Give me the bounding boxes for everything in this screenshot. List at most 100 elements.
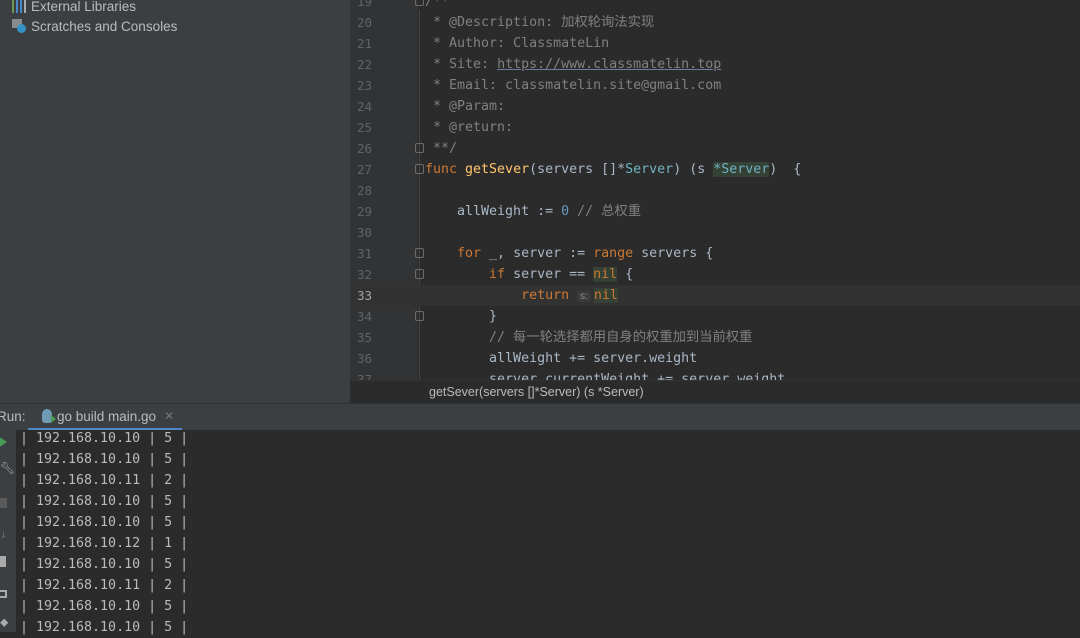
code-line[interactable]: 23 * Email: classmatelin.site@gmail.com <box>350 75 1080 96</box>
close-icon[interactable]: ✕ <box>164 409 174 423</box>
line-number: 37 <box>356 372 372 380</box>
code-line[interactable]: 33 return s: nil <box>350 285 1080 306</box>
fold-marker-icon[interactable] <box>415 143 424 153</box>
code-text: * @Description: 加权轮询法实现 <box>425 12 654 33</box>
line-number: 30 <box>356 225 372 240</box>
run-tool-window-header: Run: go build main.go ✕ <box>0 403 1080 431</box>
console-line: | 192.168.10.12 | 1 | <box>20 536 189 551</box>
code-token: { <box>617 267 634 282</box>
code-token: *Server <box>713 162 770 177</box>
code-text: /** <box>425 0 449 12</box>
code-line[interactable]: 26 **/ <box>350 138 1080 159</box>
rerun-icon[interactable] <box>0 436 7 448</box>
fold-marker-icon[interactable] <box>415 248 424 258</box>
pin-icon[interactable]: ⬥ <box>0 616 12 628</box>
line-number: 19 <box>356 0 372 9</box>
line-number: 27 <box>356 162 372 177</box>
code-line[interactable]: 36 allWeight += server.weight <box>350 348 1080 369</box>
code-text: if server == nil { <box>425 264 633 285</box>
code-token: * Author: ClassmateLin <box>425 36 610 51</box>
code-line[interactable]: 34 } <box>350 306 1080 327</box>
code-text: for _, server := range servers { <box>425 243 713 264</box>
scroll-to-end-icon[interactable]: ↓ <box>0 528 12 540</box>
tree-item-scratches[interactable]: Scratches and Consoles <box>12 16 177 36</box>
console-line: | 192.168.10.11 | 2 | <box>20 473 189 488</box>
line-number: 32 <box>356 267 372 282</box>
fold-marker-icon[interactable] <box>415 311 424 321</box>
line-number: 34 <box>356 309 372 324</box>
layout-icon[interactable] <box>0 590 7 598</box>
code-text: server.currentWeight += server.weight <box>425 369 785 380</box>
code-line[interactable]: 21 * Author: ClassmateLin <box>350 33 1080 54</box>
code-text: * @return: <box>425 117 513 138</box>
fold-marker-icon[interactable] <box>415 269 424 279</box>
console-line: | 192.168.10.10 | 5 | <box>20 431 189 446</box>
code-text: return s: nil <box>425 285 618 307</box>
breadcrumb[interactable]: getSever(servers []*Server) (s *Server) <box>350 380 1080 403</box>
code-token: /** <box>425 0 450 9</box>
code-token: range <box>593 246 634 261</box>
run-toolbar: 🔧︎ ↓ ⬥ <box>0 430 16 632</box>
code-token: // 总权重 <box>569 204 642 219</box>
wrench-icon[interactable]: 🔧︎ <box>0 462 15 474</box>
code-token[interactable]: https://www.classmatelin.top <box>497 57 721 72</box>
line-number: 33 <box>356 288 372 303</box>
code-text: * Author: ClassmateLin <box>425 33 609 54</box>
code-token: * Email: classmatelin.site@gmail.com <box>425 78 722 93</box>
code-line[interactable]: 35 // 每一轮选择都用自身的权重加到当前权重 <box>350 327 1080 348</box>
code-text: allWeight := 0 // 总权重 <box>425 201 641 222</box>
console-line: | 192.168.10.10 | 5 | <box>20 515 189 530</box>
run-label: Run: <box>0 409 26 424</box>
code-token: _, server := <box>489 246 594 261</box>
library-icon <box>12 0 26 13</box>
code-line[interactable]: 19 /** <box>350 0 1080 12</box>
gopher-icon <box>42 409 56 423</box>
code-token: * @Description: 加权轮询法实现 <box>425 15 655 30</box>
stop-icon[interactable] <box>0 498 7 508</box>
line-number: 21 <box>356 36 372 51</box>
code-token: servers { <box>633 246 714 261</box>
code-line[interactable]: 24 * @Param: <box>350 96 1080 117</box>
code-token: for <box>425 246 490 261</box>
scratches-icon <box>12 19 26 33</box>
run-console-output[interactable]: | 192.168.10.10 | 5 | | 192.168.10.10 | 5… <box>16 430 1080 635</box>
code-token: allWeight += server.weight <box>425 351 698 366</box>
code-editor[interactable]: 19/** 20 * @Description: 加权轮询法实现 21 * Auth… <box>350 0 1080 380</box>
code-line[interactable]: 30 <box>350 222 1080 243</box>
code-token: nil <box>593 288 618 303</box>
tab-label: go build main.go <box>57 408 157 424</box>
line-number: 23 <box>356 78 372 93</box>
code-text: } <box>425 306 497 327</box>
project-sidebar: External Libraries Scratches and Console… <box>0 0 350 403</box>
code-line[interactable]: 31 for _, server := range servers { <box>350 243 1080 264</box>
tree-item-external-libraries[interactable]: External Libraries <box>12 0 136 16</box>
console-line: | 192.168.10.10 | 5 | <box>20 494 189 509</box>
code-token: nil <box>593 267 618 282</box>
code-token: server == <box>513 267 594 282</box>
code-line[interactable]: 29 allWeight := 0 // 总权重 <box>350 201 1080 222</box>
tab-go-build-main[interactable]: go build main.go ✕ <box>28 404 183 431</box>
line-number: 24 <box>356 99 372 114</box>
code-line[interactable]: 25 * @return: <box>350 117 1080 138</box>
line-number: 25 <box>356 120 372 135</box>
console-line: | 192.168.10.10 | 5 | <box>20 599 189 614</box>
code-token: allWeight := <box>425 204 562 219</box>
code-line[interactable]: 28 <box>350 180 1080 201</box>
line-number: 36 <box>356 351 372 366</box>
code-line[interactable]: 20 * @Description: 加权轮询法实现 <box>350 12 1080 33</box>
fold-marker-icon[interactable] <box>415 164 424 174</box>
code-line[interactable]: 37 server.currentWeight += server.weight <box>350 369 1080 380</box>
code-line[interactable]: 32 if server == nil { <box>350 264 1080 285</box>
code-line[interactable]: 27 func getSever(servers []*Server) (s *S… <box>350 159 1080 180</box>
code-token: * Site: <box>425 57 498 72</box>
line-number: 28 <box>356 183 372 198</box>
fold-marker-icon[interactable] <box>415 0 424 6</box>
code-token: ) (s <box>673 162 714 177</box>
code-text: allWeight += server.weight <box>425 348 697 369</box>
line-number: 22 <box>356 57 372 72</box>
code-token: ) { <box>769 162 802 177</box>
code-line[interactable]: 22 * Site: https://www.classmatelin.top <box>350 54 1080 75</box>
trash-icon[interactable] <box>0 556 6 567</box>
code-token: getSever <box>465 162 530 177</box>
code-token: // 每一轮选择都用自身的权重加到当前权重 <box>425 330 753 345</box>
